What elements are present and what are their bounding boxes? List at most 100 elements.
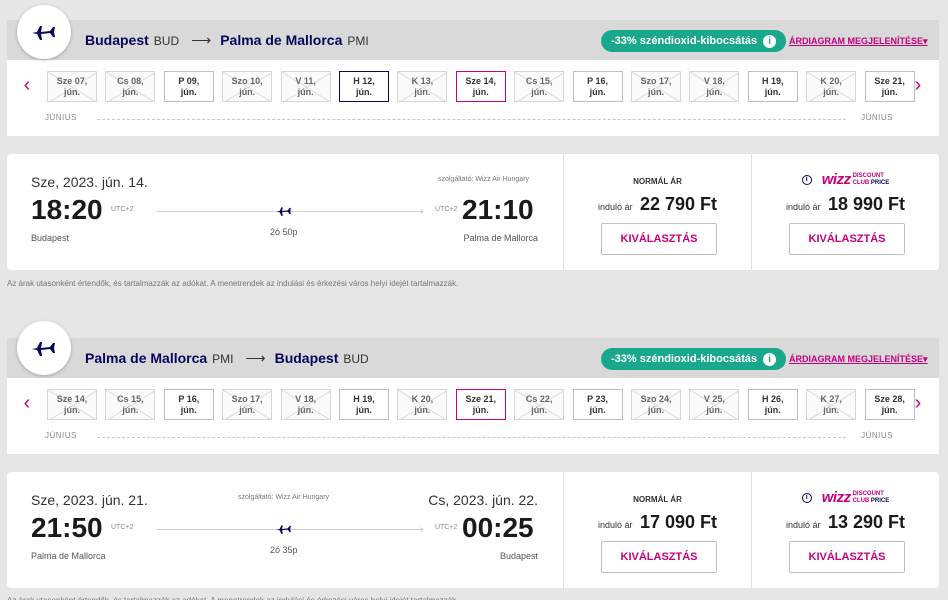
date-option[interactable]: H 26, jún. — [747, 389, 798, 420]
date-option[interactable]: Sze 21, jún. — [864, 71, 915, 102]
origin-city: Palma de Mallorca — [85, 350, 208, 366]
chevron-down-icon: ▾ — [923, 354, 928, 364]
info-icon[interactable]: i — [801, 492, 812, 503]
normal-fare-title: NORMÁL ÁR — [633, 177, 682, 186]
select-wdc-fare-button[interactable]: KIVÁLASZTÁS — [789, 223, 905, 255]
select-normal-fare-button[interactable]: KIVÁLASZTÁS — [601, 541, 717, 573]
date-option[interactable]: H 19, jún. — [339, 389, 389, 420]
inbound-flight-card: Sze, 2023. jún. 21. szolgáltató: Wizz Ai… — [7, 472, 939, 588]
co2-badge[interactable]: -33% széndioxid-kibocsátás i — [601, 30, 787, 52]
departure-date: Sze, 2023. jún. 14. — [31, 174, 148, 190]
departure-city: Budapest — [31, 233, 70, 243]
chevron-left-icon[interactable]: ‹ — [17, 74, 37, 97]
date-day: Sze 21, — [465, 394, 497, 404]
arrival-city: Palma de Mallorca — [463, 233, 538, 243]
date-month: jún. — [356, 87, 372, 97]
dcp-line2: CLUB — [852, 179, 870, 186]
operator-label: szolgáltató: Wizz Air Hungary — [238, 494, 330, 501]
date-option: V 25, jún. — [689, 389, 740, 420]
date-month: jún. — [356, 405, 372, 415]
wdc-logo: i wizz DISCOUNT CLUB PRICE — [752, 489, 939, 506]
plane-icon — [32, 26, 55, 40]
select-normal-fare-button[interactable]: KIVÁLASZTÁS — [601, 223, 717, 255]
date-option[interactable]: P 09, jún. — [163, 71, 214, 102]
month-divider — [97, 119, 846, 120]
date-month: jún. — [764, 87, 781, 97]
dcp-line3: PRICE — [870, 497, 890, 504]
date-option: Szo 17, jún. — [222, 389, 273, 420]
date-option[interactable]: P 16, jún. — [163, 389, 214, 420]
from-label: induló ár — [785, 202, 821, 212]
operator-label: szolgáltató: Wizz Air Hungary — [438, 176, 530, 183]
wizz-logo: wizz — [821, 171, 851, 188]
outbound-flight-card: Sze, 2023. jún. 14. szolgáltató: Wizz Ai… — [7, 154, 939, 270]
month-label-left: JÚNIUS — [45, 431, 77, 440]
date-option[interactable]: H 12, jún. — [339, 71, 389, 102]
month-row: JÚNIUS JÚNIUS — [45, 113, 901, 125]
wdc-fare-price: induló ár 18 990 Ft — [752, 194, 939, 215]
date-month: jún. — [823, 405, 840, 415]
month-divider — [97, 437, 846, 438]
date-option: Cs 15, jún. — [105, 389, 156, 420]
date-option[interactable]: Sze 21, jún. — [455, 389, 506, 420]
arrival-time: 21:10 — [462, 194, 534, 225]
date-option[interactable]: H 19, jún. — [747, 71, 798, 102]
dcp-line1: DISCOUNT — [852, 491, 884, 497]
date-day: Cs 08, — [117, 76, 144, 86]
price-disclaimer: Az árak utasonként értendők, és tartalma… — [7, 279, 459, 288]
date-day: V 18, — [703, 76, 725, 86]
date-option[interactable]: Sze 14, jún. — [455, 71, 506, 102]
date-day: K 13, — [411, 76, 434, 86]
date-option: Szo 24, jún. — [631, 389, 681, 420]
date-month: jún. — [239, 405, 256, 415]
price-chart-link[interactable]: ÁRDIAGRAM MEGJELENÍTÉSE▾ — [789, 36, 928, 47]
outbound-date-strip: ‹ › Sze 07, jún. Cs 08, jún. P 09, jún. Szo 10… — [7, 60, 939, 136]
date-option[interactable]: P 16, jún. — [572, 71, 623, 102]
wizz-logo: wizz — [821, 489, 851, 506]
inbound-date-strip: ‹ › Sze 14, jún. Cs 15, jún. P 16, jún. Szo 17… — [7, 378, 939, 454]
normal-fare-column: NORMÁL ÁR induló ár 17 090 Ft KIVÁLASZTÁ… — [563, 472, 751, 588]
flight-duration: 2ó 35p — [270, 545, 298, 555]
date-month: jún. — [297, 405, 314, 415]
normal-price-amount: 17 090 Ft — [639, 512, 718, 532]
date-month: jún. — [589, 87, 606, 97]
departure-utc: UTC+2 — [111, 206, 134, 213]
dcp-line3: PRICE — [870, 179, 890, 186]
normal-fare-price: induló ár 17 090 Ft — [564, 512, 751, 533]
select-wdc-fare-button[interactable]: KIVÁLASZTÁS — [789, 541, 905, 573]
date-month: jún. — [648, 405, 664, 415]
date-day: Szo 17, — [231, 394, 263, 404]
date-option[interactable]: P 23, jún. — [572, 389, 623, 420]
date-day: H 26, — [762, 394, 784, 404]
date-option: Sze 14, jún. — [47, 389, 97, 420]
date-day: Sze 07, — [56, 76, 88, 86]
info-icon[interactable]: i — [801, 174, 812, 185]
date-day: K 27, — [820, 394, 842, 404]
info-icon[interactable]: i — [763, 34, 777, 48]
inbound-plane-badge — [17, 321, 71, 375]
info-icon[interactable]: i — [763, 352, 777, 366]
date-month: jún. — [881, 87, 898, 97]
date-day: Cs 15, — [117, 394, 144, 404]
departure-time: 21:50 — [31, 512, 103, 543]
date-option: Szo 10, jún. — [222, 71, 273, 102]
destination-city: Budapest — [274, 350, 339, 366]
date-day: Sze 14, — [465, 76, 497, 86]
destination-code: PMI — [347, 34, 369, 48]
wdc-price-amount: 13 290 Ft — [827, 512, 906, 532]
discount-club-price-label: DISCOUNT CLUB PRICE — [853, 173, 890, 186]
arrival-date: Cs, 2023. jún. 22. — [428, 492, 538, 508]
normal-fare-column: NORMÁL ÁR induló ár 22 790 Ft KIVÁLASZTÁ… — [563, 154, 751, 270]
date-month: jún. — [297, 87, 314, 97]
origin-city: Budapest — [85, 32, 149, 48]
date-option[interactable]: Sze 28, jún. — [864, 389, 915, 420]
price-chart-link[interactable]: ÁRDIAGRAM MEGJELENÍTÉSE▾ — [789, 354, 928, 365]
date-day: P 16, — [587, 76, 609, 86]
co2-badge[interactable]: -33% széndioxid-kibocsátás i — [601, 348, 787, 370]
route-arrow-icon: ⟶ — [191, 32, 212, 48]
date-option: Sze 07, jún. — [47, 71, 97, 102]
date-day: V 18, — [295, 394, 317, 404]
departure-city: Palma de Mallorca — [31, 551, 106, 561]
chevron-left-icon[interactable]: ‹ — [17, 392, 37, 415]
co2-badge-label: -33% széndioxid-kibocsátás — [611, 353, 758, 365]
